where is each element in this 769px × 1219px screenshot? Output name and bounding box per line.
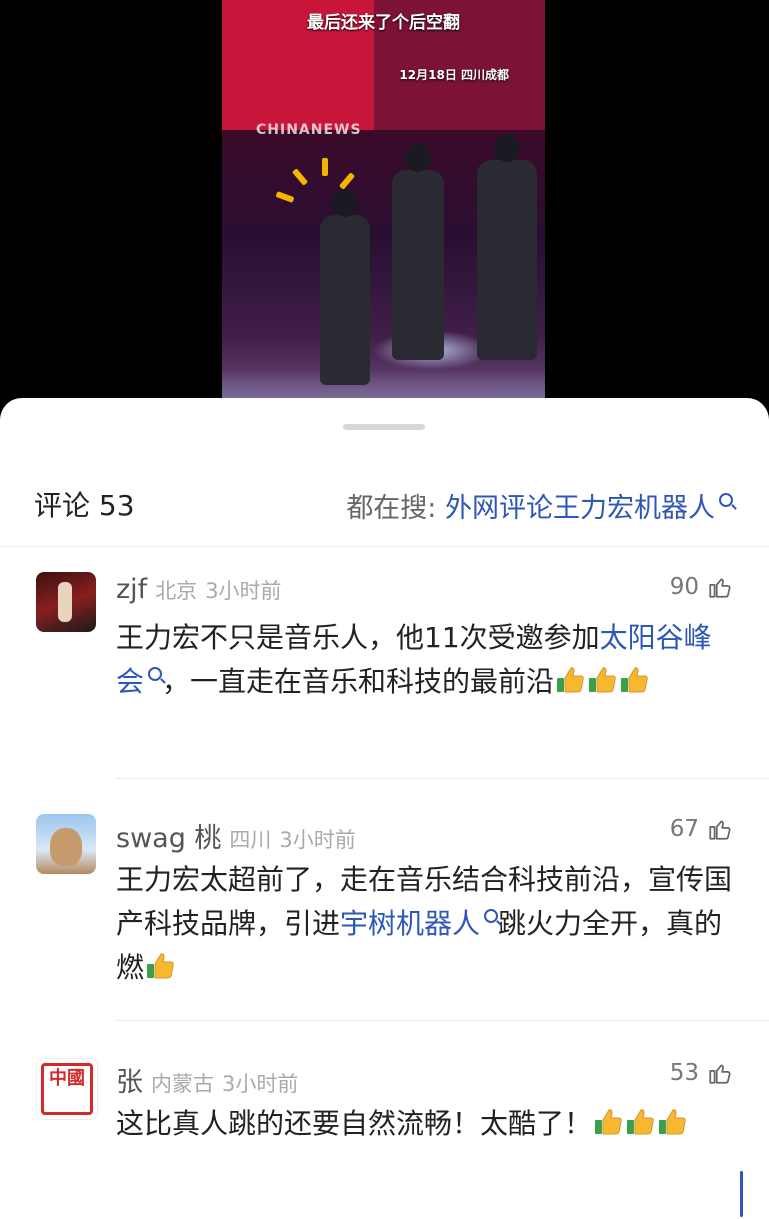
comment-meta: swag 桃四川 3小时前 [116, 816, 356, 855]
trending-label: 都在搜: [346, 493, 445, 524]
comment-text-body: 这比真人跳的还要自然流畅！太酷了！ [116, 1107, 593, 1140]
trending-search-link[interactable]: 外网评论王力宏机器人 [445, 493, 715, 524]
thumbs-up-outline-icon [709, 1064, 731, 1084]
location: 四川 [229, 828, 272, 852]
divider [0, 546, 769, 547]
comment-text: 这比真人跳的还要自然流畅！太酷了！ [116, 1102, 736, 1146]
dancer [392, 144, 444, 360]
thumbs-up-outline-icon [709, 578, 731, 598]
divider [116, 778, 769, 779]
timestamp: 3小时前 [222, 1072, 299, 1096]
video-frame[interactable]: 最后还来了个后空翻 12月18日 四川成都 CHINANEWS [222, 0, 545, 400]
like-button[interactable]: 90 [670, 574, 733, 600]
username[interactable]: swag 桃 [116, 823, 221, 854]
comment-item: zjf 北京 3小时前 90 王力宏不只是音乐人，他11次受邀参加太阳谷峰会 ，一直走… [0, 572, 769, 762]
location: 内蒙古 [151, 1072, 214, 1096]
dancer [477, 134, 537, 360]
sparkle-icon [338, 172, 356, 190]
thumbs-up-emoji-icon [627, 1109, 654, 1135]
comment-text-body: 王力宏不只是音乐人，他11次受邀参加 [116, 621, 600, 654]
thumbs-up-emoji-icon [147, 953, 174, 979]
like-count: 90 [669, 574, 699, 600]
avatar[interactable] [36, 814, 96, 874]
video-player[interactable]: 最后还来了个后空翻 12月18日 四川成都 CHINANEWS [0, 0, 769, 420]
comment-text-body: ，一直走在音乐和科技的最前沿 [162, 665, 555, 698]
timestamp: 3小时前 [205, 579, 282, 603]
username[interactable]: zjf [116, 574, 147, 605]
avatar[interactable]: 中國 [36, 1058, 98, 1120]
trending-search[interactable]: 都在搜: 外网评论王力宏机器人 [346, 486, 733, 525]
comment-item: swag 桃四川 3小时前 67 王力宏太超前了，走在音乐结合科技前沿，宣传国产科… [0, 814, 769, 1004]
red-seal-logo: 中國 [41, 1063, 93, 1115]
username[interactable]: 张 [116, 1067, 143, 1098]
search-icon [484, 909, 499, 923]
comment-meta: 张内蒙古 3小时前 [116, 1060, 298, 1099]
video-date-location: 12月18日 四川成都 [399, 68, 509, 82]
like-count: 53 [669, 1060, 699, 1086]
thumbs-up-emoji-icon [659, 1109, 686, 1135]
sparkle-icon [291, 168, 309, 186]
like-button[interactable]: 53 [670, 1060, 733, 1086]
avatar[interactable] [36, 572, 96, 632]
comments-sheet: 评论 53 都在搜: 外网评论王力宏机器人 zjf 北京 3小时前 90 王力宏不只… [0, 398, 769, 1219]
robot-dancer [320, 189, 370, 385]
comments-title: 评论 53 [34, 489, 135, 522]
thumbs-up-emoji-icon [621, 667, 648, 693]
topic-search-link[interactable]: 宇树机器人 [340, 907, 480, 940]
thumbs-up-emoji-icon [589, 667, 616, 693]
like-button[interactable]: 67 [670, 816, 733, 842]
comment-text: 王力宏不只是音乐人，他11次受邀参加太阳谷峰会 ，一直走在音乐和科技的最前沿 [116, 616, 736, 704]
comments-header: 评论 53 都在搜: 外网评论王力宏机器人 [0, 474, 769, 530]
video-caption: 最后还来了个后空翻 [307, 13, 460, 33]
divider [116, 1020, 769, 1021]
thumbs-up-outline-icon [709, 820, 731, 840]
sparkle-icon [275, 191, 295, 203]
comment-meta: zjf 北京 3小时前 [116, 574, 282, 605]
like-count: 67 [669, 816, 699, 842]
sparkle-icon [322, 158, 328, 176]
drag-handle[interactable] [343, 424, 425, 430]
comment-item: 中國 张内蒙古 3小时前 53 这比真人跳的还要自然流畅！太酷了！ [0, 1058, 769, 1208]
thumbs-up-emoji-icon [595, 1109, 622, 1135]
timestamp: 3小时前 [279, 828, 356, 852]
stage-floor [222, 370, 545, 400]
thumbs-up-emoji-icon [557, 667, 584, 693]
search-icon [148, 667, 163, 681]
search-icon [719, 493, 733, 507]
video-watermark: CHINANEWS [256, 122, 362, 138]
scroll-indicator[interactable] [740, 1171, 743, 1217]
comment-text: 王力宏太超前了，走在音乐结合科技前沿，宣传国产科技品牌，引进宇树机器人 跳火力全开… [116, 858, 736, 990]
location: 北京 [155, 579, 198, 603]
